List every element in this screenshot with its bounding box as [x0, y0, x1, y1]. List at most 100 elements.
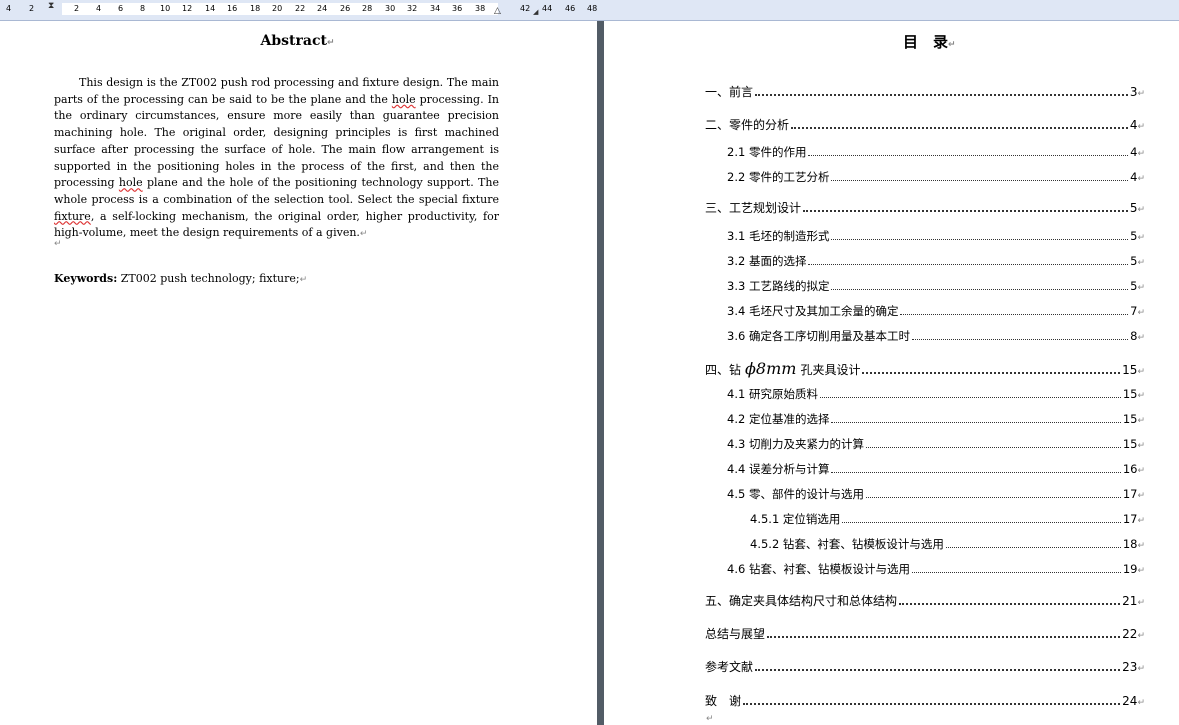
toc-entry-label: 3.4 毛坯尺寸及其加工余量的确定 [727, 304, 899, 318]
toc-entry-label: 4.2 定位基准的选择 [727, 412, 830, 426]
paragraph-mark-icon: ↵ [1137, 566, 1145, 576]
toc-page-number: 5 [1129, 201, 1138, 215]
toc-entry[interactable]: 4.5 零、部件的设计与选用 17 ↵ [727, 486, 1145, 502]
paragraph-mark-icon: ↵ [1137, 598, 1145, 608]
toc-entry[interactable]: 致 谢 24 ↵ [705, 692, 1145, 709]
toc-page-number: 15 [1122, 363, 1138, 377]
toc-page-number: 15 [1122, 437, 1138, 451]
paragraph-mark-icon: ↵ [1137, 122, 1145, 132]
toc-entry-label: 4.5.1 定位销选用 [750, 512, 841, 526]
ruler-number: 34 [430, 4, 441, 13]
toc-entry[interactable]: 四、钻 ϕ8mm 孔夹具设计 15 ↵ [705, 359, 1145, 378]
paragraph-mark-icon: ↵ [1137, 308, 1145, 318]
toc-entry-label: 4.3 切削力及夹紧力的计算 [727, 437, 864, 451]
ruler-number: 38 [475, 4, 486, 13]
toc-entry[interactable]: 3.3 工艺路线的拟定 5 ↵ [727, 278, 1145, 294]
toc-entry-label: 4.6 钻套、衬套、钻模板设计与选用 [727, 562, 910, 576]
dot-leader [791, 118, 1128, 129]
tab-stop-icon[interactable]: ◢ [533, 8, 538, 16]
dot-leader [808, 255, 1129, 265]
ruler-number: 16 [227, 4, 238, 13]
spelling-flag: fixture [54, 209, 91, 223]
indent-marker-icon[interactable]: ⧗ [48, 1, 54, 11]
abstract-title: Abstract↵ [260, 33, 335, 49]
toc-entry-label: 2.1 零件的作用 [727, 145, 807, 159]
ruler-number: 30 [385, 4, 396, 13]
keywords-line: Keywords: ZT002 push technology; fixture… [54, 272, 308, 285]
dot-leader [900, 305, 1129, 315]
toc-entry[interactable]: 3.2 基面的选择 5 ↵ [727, 253, 1145, 269]
toc-entry[interactable]: 4.4 误差分析与计算 16 ↵ [727, 461, 1145, 477]
toc-page-number: 19 [1122, 562, 1138, 576]
toc-page-number: 16 [1122, 462, 1138, 476]
toc-entry[interactable]: 2.1 零件的作用 4 ↵ [727, 144, 1145, 160]
ruler-number: 26 [340, 4, 351, 13]
ruler-number: 44 [542, 4, 553, 13]
paragraph-mark-icon: ↵ [1137, 283, 1145, 293]
ruler-number: 10 [160, 4, 171, 13]
right-indent-marker-icon[interactable]: △ [494, 6, 501, 16]
toc-page-number: 17 [1122, 487, 1138, 501]
toc-entry[interactable]: 2.2 零件的工艺分析 4 ↵ [727, 169, 1145, 185]
paragraph-mark-icon: ↵ [1137, 441, 1145, 451]
toc-entry[interactable]: 参考文献 23 ↵ [705, 658, 1145, 675]
abstract-page[interactable]: Abstract↵ This design is the ZT002 push … [0, 21, 595, 725]
toc-page-number: 5 [1130, 254, 1138, 268]
toc-entry[interactable]: 总结与展望 22 ↵ [705, 625, 1145, 642]
toc-page-number: 3 [1129, 85, 1138, 99]
paragraph-mark-icon: ↵ [1137, 664, 1145, 674]
dot-leader [767, 627, 1121, 638]
dot-leader [808, 146, 1129, 156]
ruler-number: 20 [272, 4, 283, 13]
paragraph-mark-icon: ↵ [1137, 89, 1145, 99]
toc-page-number: 15 [1122, 412, 1138, 426]
toc-entry[interactable]: 三、工艺规划设计 5 ↵ [705, 199, 1145, 216]
paragraph-mark-icon: ↵ [1137, 698, 1145, 708]
toc-page-number: 5 [1130, 279, 1138, 293]
toc-entry-label: 参考文献 [705, 660, 754, 674]
paragraph-mark-icon: ↵ [1137, 205, 1145, 215]
toc-entry[interactable]: 3.4 毛坯尺寸及其加工余量的确定 7 ↵ [727, 303, 1145, 319]
toc-page-number: 5 [1130, 229, 1138, 243]
toc-entry-label: 3.2 基面的选择 [727, 254, 807, 268]
toc-entry-label: 3.3 工艺路线的拟定 [727, 279, 830, 293]
toc-entry[interactable]: 4.6 钻套、衬套、钻模板设计与选用 19 ↵ [727, 561, 1145, 577]
ruler-number: 12 [182, 4, 193, 13]
ruler-number: 32 [407, 4, 418, 13]
paragraph-mark-icon: ↵ [1137, 258, 1145, 268]
ruler-number: 2 [74, 4, 80, 13]
horizontal-ruler[interactable]: 4 2 ⧗ 2 4 6 8 10 12 14 16 18 20 22 24 26… [0, 0, 1179, 21]
toc-entry[interactable]: 4.5.2 钻套、衬套、钻模板设计与选用 18 ↵ [750, 536, 1145, 552]
toc-entry-label: 总结与展望 [705, 627, 766, 641]
toc-entry-label: 五、确定夹具体结构尺寸和总体结构 [705, 594, 898, 608]
dot-leader [831, 230, 1129, 240]
dot-leader [831, 280, 1129, 290]
dot-leader [743, 694, 1121, 705]
ruler-number: 4 [96, 4, 102, 13]
ruler-number: 46 [565, 4, 576, 13]
toc-page-number: 4 [1130, 170, 1138, 184]
paragraph-mark-icon: ↵ [1137, 333, 1145, 343]
toc-entry[interactable]: 4.2 定位基准的选择 15 ↵ [727, 411, 1145, 427]
toc-entry[interactable]: 3.6 确定各工序切削用量及基本工时 8 ↵ [727, 328, 1145, 344]
ruler-number: 18 [250, 4, 261, 13]
toc-entry-label: 3.1 毛坯的制造形式 [727, 229, 830, 243]
toc-entry[interactable]: 一、前言 3 ↵ [705, 83, 1145, 100]
ruler-number: 48 [587, 4, 598, 13]
toc-entry[interactable]: 4.3 切削力及夹紧力的计算 15 ↵ [727, 436, 1145, 452]
toc-entry-label: 4.5.2 钻套、衬套、钻模板设计与选用 [750, 537, 944, 551]
toc-page-number: 18 [1122, 537, 1138, 551]
toc-entry-label: 4.4 误差分析与计算 [727, 462, 830, 476]
toc-page-number: 4 [1130, 145, 1138, 159]
dot-leader [842, 513, 1121, 523]
paragraph-mark-icon: ↵ [1137, 466, 1145, 476]
dot-leader [862, 363, 1121, 374]
toc-entry[interactable]: 3.1 毛坯的制造形式 5 ↵ [727, 228, 1145, 244]
paragraph-mark-icon: ↵ [1137, 491, 1145, 501]
toc-entry[interactable]: 4.5.1 定位销选用 17 ↵ [750, 511, 1145, 527]
toc-entry[interactable]: 4.1 研究原始质料 15 ↵ [727, 386, 1145, 402]
paragraph-mark-icon: ↵ [326, 38, 335, 48]
toc-entry[interactable]: 二、零件的分析 4 ↵ [705, 116, 1145, 133]
toc-page-number: 4 [1129, 118, 1138, 132]
toc-entry[interactable]: 五、确定夹具体结构尺寸和总体结构 21 ↵ [705, 592, 1145, 609]
